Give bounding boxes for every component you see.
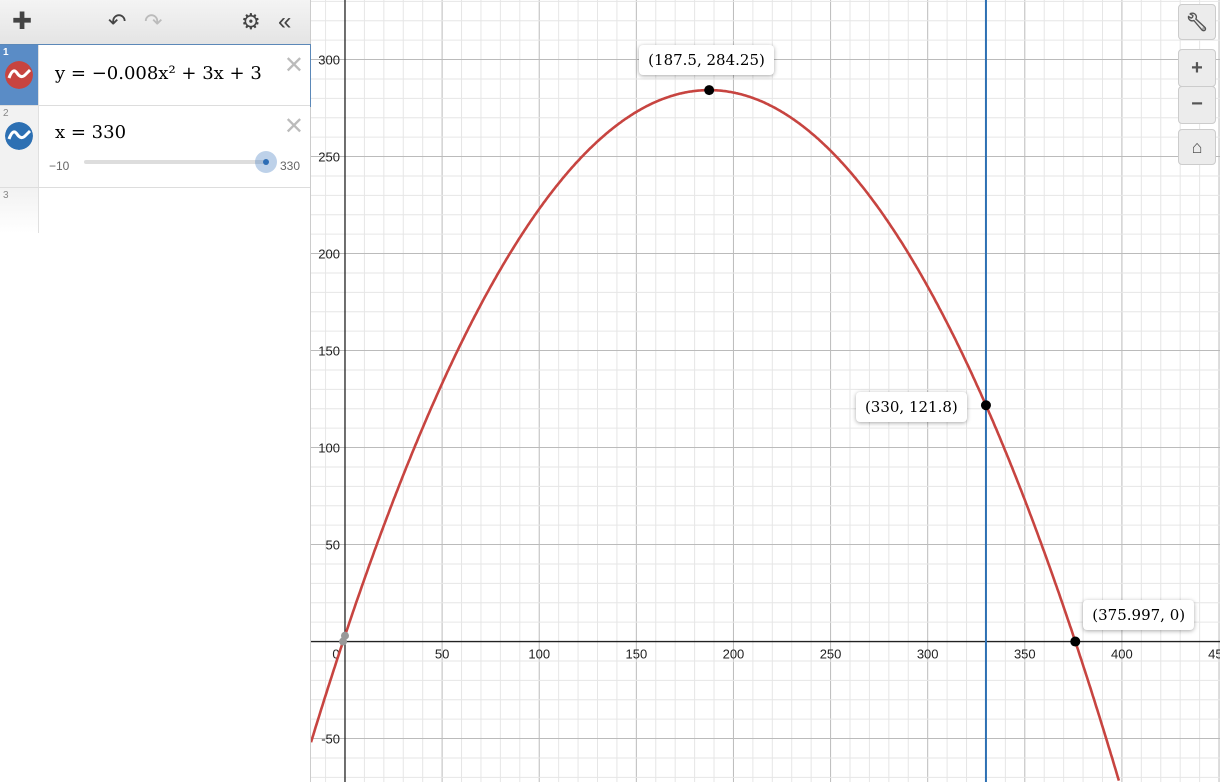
expression-row-1[interactable]: 1 y = −0.008x² + 3x + 3 ✕ [0,44,311,107]
delete-expression-icon[interactable]: ✕ [284,112,304,141]
slider-track[interactable] [84,160,266,164]
double-chevron-left-icon[interactable]: « [278,8,291,36]
point-of-interest [980,400,991,411]
zoom-out-button[interactable]: − [1178,86,1216,124]
y-tick-label: 100 [318,441,340,456]
parabola-curve [311,88,1121,781]
expression-index: 3 [3,190,9,201]
point-label[interactable]: (330, 121.8) [855,392,967,423]
redo-icon[interactable]: ↷ [144,8,162,36]
y-tick-label: -50 [321,732,340,747]
expression-text[interactable]: y = −0.008x² + 3x + 3 [55,63,262,84]
expression-text[interactable]: x = 330 [55,122,126,143]
slider-handle[interactable] [255,151,277,173]
y-tick-label: 50 [326,538,340,553]
graph-style-icon[interactable] [5,122,33,150]
x-tick-label: 150 [625,647,647,662]
x-tick-label: 100 [528,647,550,662]
graph-canvas[interactable]: 050100150200250300350400450-505010015020… [311,0,1220,782]
expression-index: 2 [3,108,9,119]
graph-style-icon[interactable] [5,61,33,89]
point-of-interest [1070,636,1081,647]
zoom-in-button[interactable]: + [1178,49,1216,87]
delete-expression-icon[interactable]: ✕ [284,51,304,80]
undo-icon[interactable]: ↶ [108,8,126,36]
slider-max[interactable]: 330 [280,159,300,173]
slider-min[interactable]: −10 [49,159,69,173]
y-tick-label: 150 [318,344,340,359]
wrench-icon[interactable]: 🔧︎ [1178,4,1216,40]
y-tick-label: 300 [318,53,340,68]
gear-icon[interactable]: ⚙ [241,8,261,36]
x-tick-label: 450 [1208,647,1220,662]
home-icon[interactable]: ⌂ [1178,129,1216,165]
point-of-interest [704,85,715,96]
expression-row-3[interactable]: 3 [0,188,310,233]
panel-header: ✚ ↶ ↷ ⚙ « [0,0,310,45]
y-tick-label: 250 [318,150,340,165]
x-tick-label: 250 [820,647,842,662]
plus-icon[interactable]: ✚ [12,8,32,36]
intercept-point [339,637,348,646]
x-tick-label: 200 [723,647,745,662]
x-tick-label: 300 [917,647,939,662]
point-label[interactable]: (187.5, 284.25) [639,45,774,76]
expression-index: 1 [3,47,9,58]
expression-row-2[interactable]: 2 x = 330 ✕ −10 330 [0,106,310,188]
point-label[interactable]: (375.997, 0) [1083,599,1195,630]
x-tick-label: 350 [1014,647,1036,662]
x-tick-label: 50 [435,647,449,662]
expression-panel: ✚ ↶ ↷ ⚙ « 1 y = −0.008x² + 3x + 3 ✕ 2 x … [0,0,311,782]
y-tick-label: 200 [318,247,340,262]
x-tick-label: 400 [1111,647,1133,662]
